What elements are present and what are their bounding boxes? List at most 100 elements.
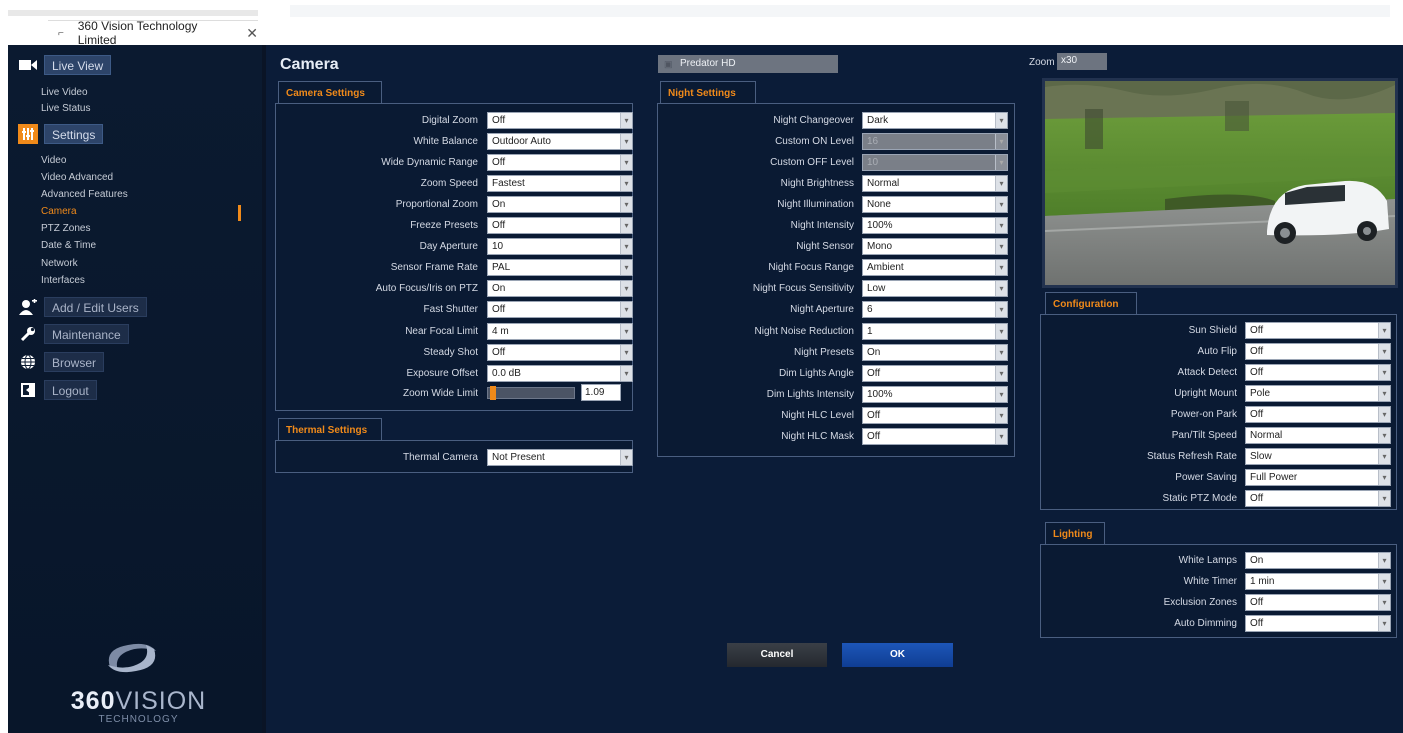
tab-lighting[interactable]: Lighting: [1045, 522, 1105, 544]
browser-tab-bar: ⌐ 360 Vision Technology Limited ✕: [0, 0, 1403, 47]
chevron-down-icon: ▾: [1378, 573, 1390, 589]
chevron-down-icon: ▾: [995, 281, 1007, 297]
slider-handle[interactable]: [490, 386, 496, 400]
sun-shield-value: Off: [1250, 324, 1264, 336]
status-refresh-rate-select[interactable]: Slow ▾: [1245, 448, 1391, 466]
night-aperture-select[interactable]: 6 ▾: [862, 301, 1008, 319]
close-tab-icon[interactable]: ✕: [246, 25, 258, 42]
zoom-wide-limit-value[interactable]: 1.09: [581, 384, 621, 401]
sun-shield-select[interactable]: Off ▾: [1245, 321, 1391, 339]
night-hlc-level-select[interactable]: Off ▾: [862, 406, 1008, 424]
camera-settings-panel: Digital Zoom Off ▾ White Balance Outdoor Aut…: [275, 103, 633, 411]
exclusion-zones-select[interactable]: Off ▾: [1245, 593, 1391, 611]
white-timer-select[interactable]: 1 min ▾: [1245, 572, 1391, 590]
nav-ptz-zones[interactable]: PTZ Zones: [41, 223, 90, 234]
white-balance-select[interactable]: Outdoor Auto ▾: [487, 132, 633, 150]
steady-shot-row: Steady Shot Off ▾: [276, 343, 633, 361]
proportional-zoom-label: Proportional Zoom: [395, 198, 478, 210]
cancel-button[interactable]: Cancel: [727, 643, 827, 667]
nav-live-video[interactable]: Live Video: [41, 87, 88, 98]
fast-shutter-select[interactable]: Off ▾: [487, 301, 633, 319]
night-sensor-select[interactable]: Mono ▾: [862, 238, 1008, 256]
nav-video[interactable]: Video: [41, 155, 66, 166]
exposure-offset-select[interactable]: 0.0 dB ▾: [487, 364, 633, 382]
nav-logout[interactable]: Logout: [18, 379, 97, 401]
ok-button[interactable]: OK: [842, 643, 953, 667]
zoom-speed-select[interactable]: Fastest ▾: [487, 174, 633, 192]
pan-tilt-speed-select[interactable]: Normal ▾: [1245, 427, 1391, 444]
dim-lights-angle-value: Off: [867, 367, 881, 379]
thermal-camera-select[interactable]: Not Present ▾: [487, 448, 633, 466]
dim-lights-intensity-select[interactable]: 100% ▾: [862, 385, 1008, 403]
night-focus-range-select[interactable]: Ambient ▾: [862, 259, 1008, 277]
sensor-frame-rate-select[interactable]: PAL ▾: [487, 259, 633, 277]
pan-tilt-speed-row: Pan/Tilt Speed Normal ▾: [1041, 427, 1391, 445]
night-changeover-value: Dark: [867, 114, 889, 126]
sidebar: Live View Live Video Live Status Setting…: [8, 45, 266, 733]
steady-shot-select[interactable]: Off ▾: [487, 343, 633, 361]
night-focus-sensitivity-select[interactable]: Low ▾: [862, 280, 1008, 298]
nav-browser[interactable]: Browser: [18, 351, 105, 373]
auto-focus-iris-on-ptz-select[interactable]: On ▾: [487, 280, 633, 298]
zoom-wide-limit-slider[interactable]: [487, 386, 575, 400]
freeze-presets-select[interactable]: Off ▾: [487, 217, 633, 234]
power-saving-select[interactable]: Full Power ▾: [1245, 469, 1391, 487]
sliders-icon: [18, 124, 38, 144]
chevron-down-icon: ▾: [620, 196, 632, 212]
tab-configuration[interactable]: Configuration: [1045, 292, 1137, 314]
proportional-zoom-select[interactable]: On ▾: [487, 195, 633, 213]
auto-flip-select[interactable]: Off ▾: [1245, 342, 1391, 360]
tab-camera-settings[interactable]: Camera Settings: [278, 81, 382, 103]
static-ptz-mode-row: Static PTZ Mode Off ▾: [1041, 490, 1391, 508]
night-settings-panel: Night Changeover Dark ▾ Custom ON Level 16 ▾ C…: [657, 103, 1015, 457]
nav-settings[interactable]: Settings: [18, 123, 104, 145]
night-aperture-label: Night Aperture: [790, 304, 854, 316]
tab-thermal-settings[interactable]: Thermal Settings: [278, 418, 382, 440]
near-focal-limit-value: 4 m: [492, 325, 509, 337]
white-lamps-select[interactable]: On ▾: [1245, 551, 1391, 569]
nav-live-status[interactable]: Live Status: [41, 103, 90, 114]
auto-dimming-select[interactable]: Off ▾: [1245, 614, 1391, 632]
static-ptz-mode-select[interactable]: Off ▾: [1245, 490, 1391, 508]
night-presets-select[interactable]: On ▾: [862, 343, 1008, 361]
device-name-bar: ▣ Predator HD: [658, 55, 838, 73]
nav-maintenance[interactable]: Maintenance: [18, 323, 129, 345]
night-hlc-mask-select[interactable]: Off ▾: [862, 428, 1008, 445]
white-lamps-label: White Lamps: [1178, 554, 1237, 566]
night-changeover-select[interactable]: Dark ▾: [862, 111, 1008, 129]
nav-network[interactable]: Network: [41, 258, 78, 269]
upright-mount-row: Upright Mount Pole ▾: [1041, 384, 1391, 402]
day-aperture-select[interactable]: 10 ▾: [487, 238, 633, 256]
live-video-preview[interactable]: [1042, 78, 1398, 288]
night-intensity-select[interactable]: 100% ▾: [862, 217, 1008, 234]
chevron-down-icon: ▾: [620, 281, 632, 297]
tab-night-settings[interactable]: Night Settings: [660, 81, 756, 103]
nav-advanced-features[interactable]: Advanced Features: [41, 189, 128, 200]
dim-lights-angle-select[interactable]: Off ▾: [862, 364, 1008, 382]
exclusion-zones-value: Off: [1250, 596, 1264, 608]
nav-add-edit-users[interactable]: Add / Edit Users: [18, 296, 147, 318]
upright-mount-select[interactable]: Pole ▾: [1245, 384, 1391, 402]
near-focal-limit-select[interactable]: 4 m ▾: [487, 322, 633, 340]
night-focus-range-value: Ambient: [867, 262, 904, 274]
browser-tab[interactable]: ⌐ 360 Vision Technology Limited ✕: [48, 19, 258, 47]
attack-detect-label: Attack Detect: [1177, 366, 1237, 378]
attack-detect-select[interactable]: Off ▾: [1245, 363, 1391, 381]
logo-subtitle: TECHNOLOGY: [98, 714, 179, 725]
night-brightness-select[interactable]: Normal ▾: [862, 174, 1008, 192]
digital-zoom-select[interactable]: Off ▾: [487, 111, 633, 129]
white-lamps-value: On: [1250, 554, 1264, 566]
night-noise-reduction-select[interactable]: 1 ▾: [862, 322, 1008, 340]
power-on-park-select[interactable]: Off ▾: [1245, 405, 1391, 423]
nav-live-view[interactable]: Live View: [18, 54, 112, 76]
nav-camera[interactable]: Camera: [41, 206, 77, 217]
wide-dynamic-range-select[interactable]: Off ▾: [487, 153, 633, 171]
nav-video-advanced[interactable]: Video Advanced: [41, 172, 113, 183]
nav-interfaces[interactable]: Interfaces: [41, 275, 85, 286]
night-noise-reduction-label: Night Noise Reduction: [754, 325, 855, 337]
chevron-down-icon: ▾: [1378, 449, 1390, 465]
nav-date-time[interactable]: Date & Time: [41, 240, 96, 251]
white-timer-row: White Timer 1 min ▾: [1041, 572, 1391, 590]
zoom-speed-label: Zoom Speed: [420, 177, 478, 189]
night-illumination-select[interactable]: None ▾: [862, 195, 1008, 213]
